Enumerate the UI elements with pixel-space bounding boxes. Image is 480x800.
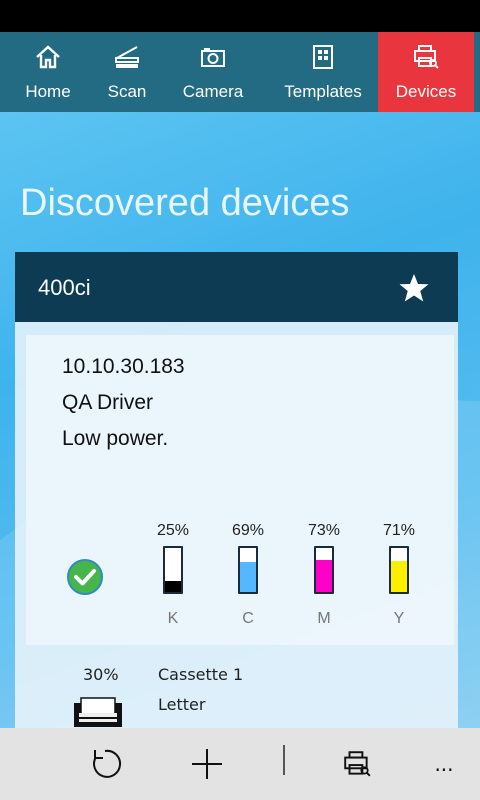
paper-tray-icon [73,697,123,727]
refresh-icon[interactable] [83,742,127,786]
home-icon [35,44,61,70]
device-status: Low power. [62,427,169,450]
printer-search-icon[interactable] [335,742,379,786]
ink-percent: 71% [382,522,416,539]
nav-devices-label: Devices [395,82,457,101]
ink-level-m: 73% M [294,522,354,628]
ink-letter: K [167,610,179,627]
ink-letter: C [242,610,254,627]
top-navigation: Home Scan Camera Templates Devices [0,32,480,112]
device-card[interactable]: 400ci 10.10.30.183 QA Driver Low power. … [15,252,458,728]
nav-home[interactable]: Home [0,32,96,112]
tray-name: Cassette 1 [158,665,244,684]
status-bar [0,0,480,32]
device-driver: QA Driver [62,391,154,414]
nav-templates[interactable]: Templates [268,32,378,112]
ink-fill [391,560,407,592]
ink-level-c: 69% C [218,522,278,628]
ink-fill [316,559,332,592]
nav-home-label: Home [25,82,71,101]
nav-camera-label: Camera [182,82,244,101]
ink-tank [314,546,334,594]
ink-tank [389,546,409,594]
tray-percent: 30% [83,665,119,684]
device-info-panel: 10.10.30.183 QA Driver Low power. 25% K … [26,335,454,645]
app-bar-divider [283,745,285,775]
devices-icon [412,44,440,70]
checkmark-circle-icon [66,558,104,596]
ink-letter: Y [393,610,405,627]
app-bar: ... [0,728,480,800]
tray-paper-size: Letter [158,695,206,714]
nav-overflow-edge [474,32,480,112]
page-title: Discovered devices [20,182,350,224]
ink-level-y: 71% Y [369,522,429,628]
ink-level-k: 25% K [143,522,203,628]
templates-icon [312,44,334,70]
ink-letter: M [317,610,331,627]
ink-fill [240,561,256,592]
ink-percent: 69% [231,522,265,539]
ink-tank [163,546,183,594]
nav-devices[interactable]: Devices [378,32,474,112]
device-ip: 10.10.30.183 [62,355,185,378]
device-card-header[interactable]: 400ci [15,252,458,322]
favorite-star-icon[interactable] [398,272,430,304]
scan-icon [113,44,141,70]
ink-percent: 73% [307,522,341,539]
nav-scan-label: Scan [107,82,147,101]
ink-percent: 25% [156,522,190,539]
more-icon[interactable]: ... [422,742,466,786]
device-name: 400ci [38,275,91,300]
nav-scan[interactable]: Scan [96,32,158,112]
nav-camera[interactable]: Camera [158,32,268,112]
ink-fill [165,581,181,592]
camera-icon [200,44,226,70]
add-icon[interactable] [185,742,229,786]
nav-templates-label: Templates [284,82,362,101]
ink-tank [238,546,258,594]
main-content: Discovered devices 400ci 10.10.30.183 QA… [0,112,480,728]
